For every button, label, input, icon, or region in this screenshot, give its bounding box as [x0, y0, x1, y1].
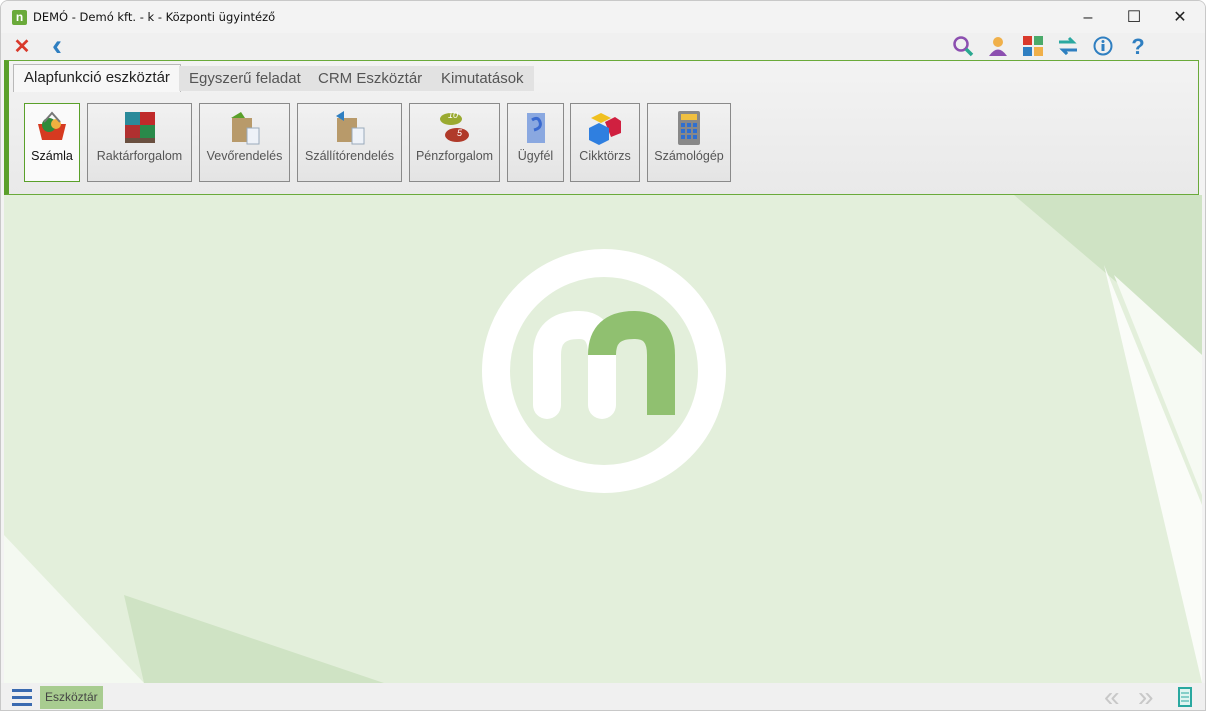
ugyfel-button[interactable]: Ügyfél — [507, 103, 564, 182]
app-window: n DEMÓ - Demó kft. - k - Központi ügyint… — [0, 0, 1206, 711]
status-bar: Eszköztár « » — [1, 683, 1205, 711]
button-label: Számológép — [654, 149, 724, 163]
help-icon[interactable]: ? — [1124, 35, 1152, 59]
raktarforgalom-button[interactable]: Raktárforgalom — [87, 103, 192, 182]
box-in-icon — [335, 111, 364, 145]
eszkoztar-tab[interactable]: Eszköztár — [40, 686, 103, 709]
background-logo — [4, 195, 1202, 683]
button-label: Pénzforgalom — [415, 149, 494, 163]
app-logo-icon: n — [12, 10, 27, 25]
toolbar: ✕ ‹ ? — [1, 31, 1205, 61]
coin-label: 10 — [448, 110, 459, 120]
minimize-button[interactable]: – — [1065, 5, 1111, 31]
menu-icon[interactable] — [12, 688, 32, 706]
contact-book-icon — [526, 113, 545, 143]
workspace-background — [4, 195, 1202, 683]
info-icon[interactable] — [1089, 35, 1117, 59]
box-out-icon — [230, 112, 259, 145]
cikktorzs-button[interactable]: Cikktörzs — [570, 103, 640, 182]
document-list-icon[interactable] — [1178, 687, 1192, 710]
szamologep-button[interactable]: Számológép — [647, 103, 731, 182]
tiles-icon[interactable] — [1019, 35, 1047, 59]
user-icon[interactable] — [984, 35, 1012, 59]
next-icon[interactable]: » — [1138, 683, 1154, 711]
button-label: Számla — [31, 149, 73, 163]
tab-crm-eszkoztar[interactable]: CRM Eszköztár — [308, 66, 433, 91]
cubes-icon — [589, 113, 621, 145]
swap-icon[interactable] — [1054, 35, 1082, 59]
calculator-icon — [678, 111, 700, 145]
vevorendeles-button[interactable]: Vevőrendelés — [199, 103, 290, 182]
button-label: Raktárforgalom — [96, 149, 183, 163]
prev-icon[interactable]: « — [1104, 683, 1120, 711]
button-label: Ügyfél — [517, 149, 554, 163]
penzforgalom-button[interactable]: 10 5 Pénzforgalom — [409, 103, 500, 182]
basket-icon — [38, 111, 66, 140]
button-label: Cikktörzs — [579, 149, 631, 163]
back-icon[interactable]: ‹ — [43, 31, 71, 61]
close-window-button[interactable]: ✕ — [1157, 5, 1203, 31]
tab-egyszeru-feladat[interactable]: Egyszerű feladat — [179, 66, 311, 91]
tab-kimutatasok[interactable]: Kimutatások — [431, 66, 534, 91]
tab-alapfunkcio[interactable]: Alapfunkció eszköztár — [13, 64, 181, 92]
ribbon: Alapfunkció eszköztár Egyszerű feladat C… — [4, 60, 1199, 195]
button-label: Vevőrendelés — [206, 149, 283, 163]
pallet-icon — [124, 112, 155, 143]
szamla-button[interactable]: Számla — [24, 103, 80, 182]
szallitorendeles-button[interactable]: Szállítórendelés — [297, 103, 402, 182]
title-bar: n DEMÓ - Demó kft. - k - Központi ügyint… — [1, 1, 1205, 33]
window-title: DEMÓ - Demó kft. - k - Központi ügyintéz… — [33, 10, 276, 24]
search-icon[interactable] — [949, 35, 977, 59]
maximize-button[interactable]: ☐ — [1111, 5, 1157, 31]
button-label: Szállítórendelés — [305, 149, 394, 163]
coin-label: 5 — [457, 128, 463, 138]
close-icon[interactable]: ✕ — [8, 35, 36, 59]
